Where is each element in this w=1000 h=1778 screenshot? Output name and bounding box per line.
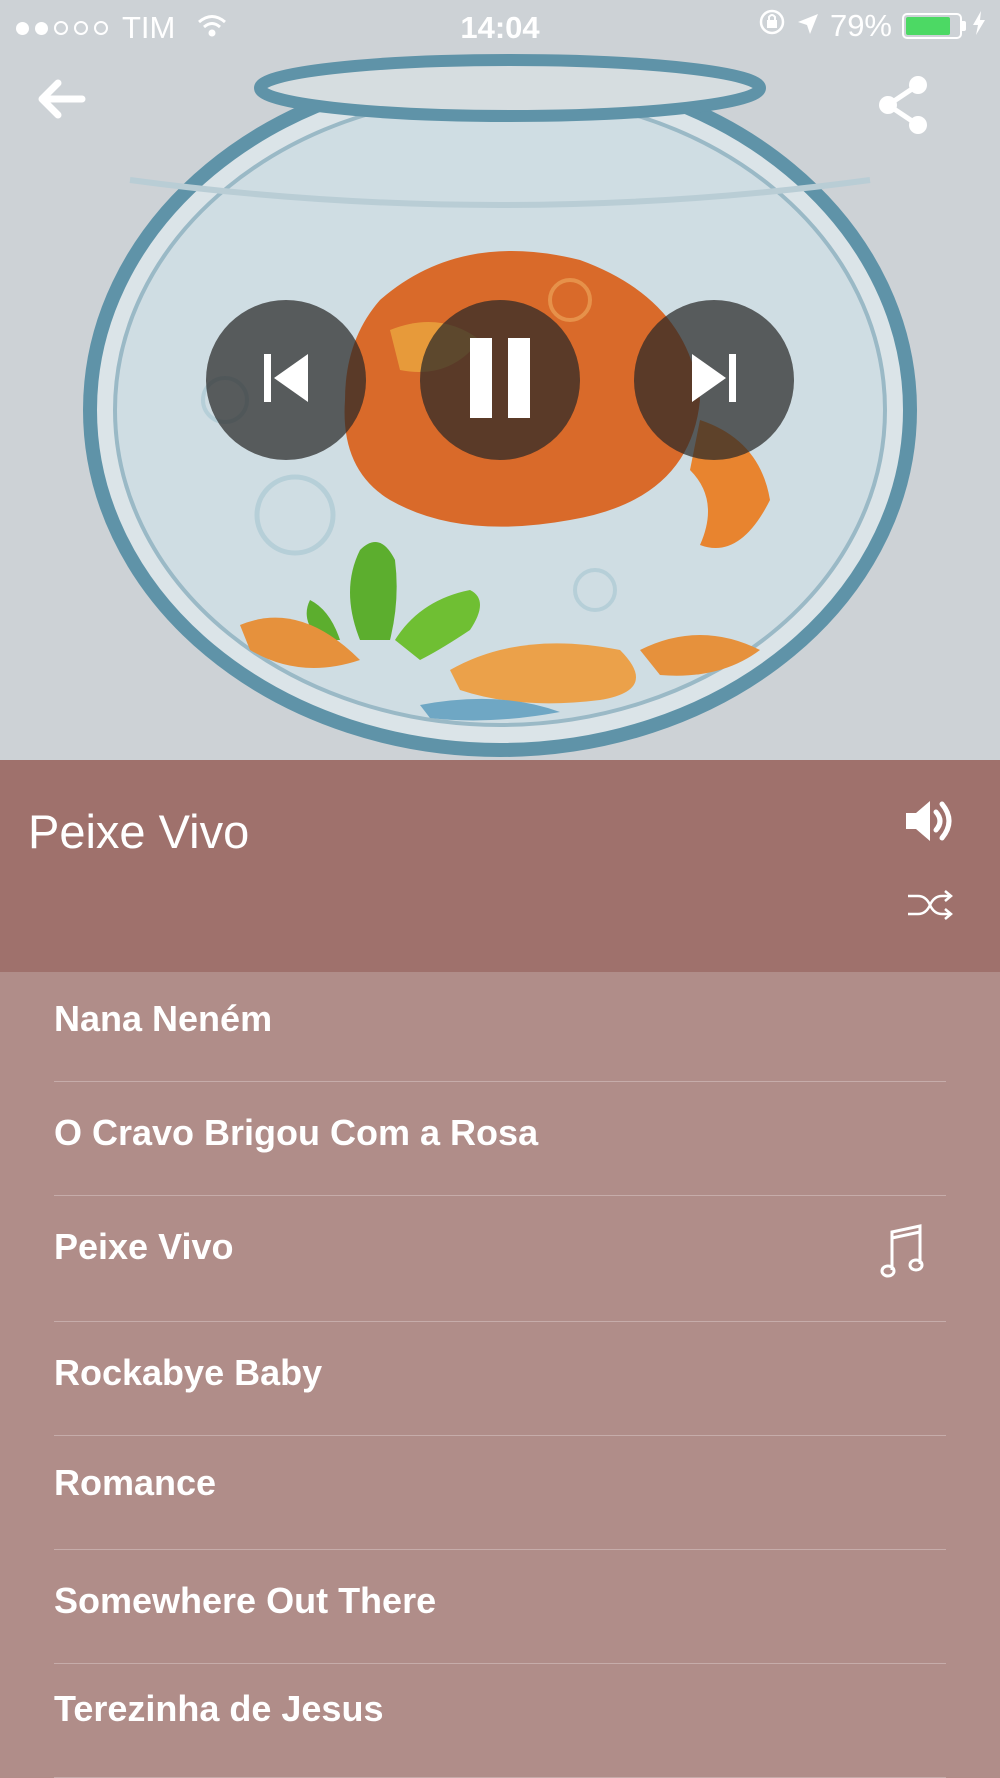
- status-bar: TIM 14:04 79%: [0, 0, 1000, 56]
- playlist-item-active[interactable]: Peixe Vivo: [54, 1196, 946, 1322]
- charging-bolt-icon: [972, 8, 986, 44]
- rotation-lock-icon: [758, 8, 786, 44]
- skip-next-icon: [686, 350, 742, 411]
- now-playing-title: Peixe Vivo: [28, 805, 250, 858]
- playlist-item[interactable]: Rockabye Baby: [54, 1322, 946, 1436]
- pause-button[interactable]: [420, 300, 580, 460]
- playlist-item-label: Peixe Vivo: [54, 1226, 234, 1267]
- battery-percent: 79%: [829, 8, 892, 43]
- playlist-item[interactable]: Nana Neném: [54, 972, 946, 1082]
- next-track-button[interactable]: [634, 300, 794, 460]
- volume-icon: [904, 801, 954, 848]
- shuffle-icon: [906, 890, 954, 926]
- playlist: Nana Neném O Cravo Brigou Com a Rosa Pei…: [0, 972, 1000, 1778]
- back-arrow-icon: [36, 77, 86, 126]
- share-icon: [876, 75, 930, 140]
- playlist-item[interactable]: O Cravo Brigou Com a Rosa: [54, 1082, 946, 1196]
- playlist-item-label: O Cravo Brigou Com a Rosa: [54, 1112, 539, 1153]
- playlist-item-label: Somewhere Out There: [54, 1580, 437, 1621]
- playlist-item-label: Nana Neném: [54, 998, 273, 1039]
- now-playing-header: Peixe Vivo: [0, 760, 1000, 972]
- share-button[interactable]: [868, 72, 938, 142]
- previous-track-button[interactable]: [206, 300, 366, 460]
- playlist-item-label: Romance: [54, 1462, 217, 1503]
- shuffle-button[interactable]: [906, 888, 954, 927]
- pause-icon: [464, 336, 536, 425]
- playlist-item[interactable]: Terezinha de Jesus: [54, 1664, 946, 1778]
- music-note-icon: [880, 1222, 926, 1289]
- back-button[interactable]: [26, 66, 96, 136]
- volume-button[interactable]: [904, 798, 954, 849]
- playlist-item-label: Terezinha de Jesus: [54, 1688, 384, 1729]
- playlist-item[interactable]: Romance: [54, 1436, 946, 1550]
- location-arrow-icon: [796, 8, 820, 44]
- playlist-item[interactable]: Somewhere Out There: [54, 1550, 946, 1664]
- playlist-item-label: Rockabye Baby: [54, 1352, 323, 1393]
- battery-icon: [902, 13, 966, 39]
- skip-previous-icon: [258, 350, 314, 411]
